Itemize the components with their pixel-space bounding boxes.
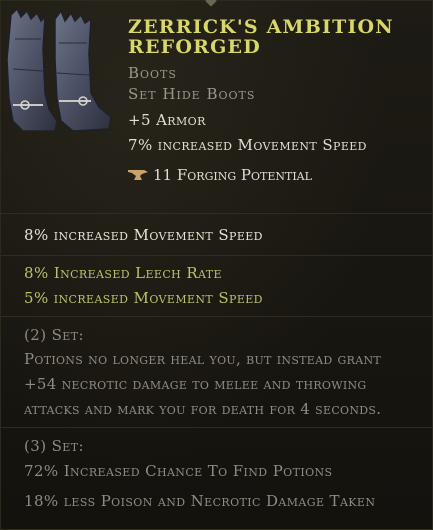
divider <box>1 316 433 317</box>
set2-line: attacks and mark you for death for 4 sec… <box>24 400 382 418</box>
set3-label: (3) Set: <box>24 437 84 455</box>
item-name: Zerrick's Ambition Reforged <box>128 17 428 57</box>
divider <box>1 213 433 214</box>
divider <box>1 427 433 428</box>
set2-line: Potions no longer heal you, but instead … <box>24 350 382 368</box>
item-type: Boots <box>128 64 177 82</box>
item-name-line2: Reforged <box>128 36 261 58</box>
affix-line: 8% increased Movement Speed <box>24 226 263 244</box>
set2-description: Potions no longer heal you, but instead … <box>24 347 424 422</box>
set3-line: 18% less Poison and Necrotic Damage Take… <box>24 492 376 510</box>
leather-boots-icon <box>6 9 112 132</box>
item-tooltip: Zerrick's Ambition Reforged Boots Set Hi… <box>0 0 433 530</box>
set-bonus-line: 8% Increased Leech Rate <box>24 264 222 282</box>
item-name-line1: Zerrick's Ambition <box>128 16 394 38</box>
forging-label: 11 Forging Potential <box>153 166 312 184</box>
set-bonus-line: 5% increased Movement Speed <box>24 289 263 307</box>
anvil-icon <box>128 170 148 180</box>
item-header: Zerrick's Ambition Reforged Boots Set Hi… <box>1 1 433 213</box>
divider <box>1 255 433 256</box>
set3-line: 72% Increased Chance To Find Potions <box>24 462 333 480</box>
forging-potential: 11 Forging Potential <box>128 166 312 184</box>
set2-label: (2) Set: <box>24 326 84 344</box>
set2-line: +54 necrotic damage to melee and throwin… <box>24 375 367 393</box>
implicit-armor: +5 Armor <box>128 111 206 129</box>
item-subtype: Set Hide Boots <box>128 85 256 103</box>
implicit-movement: 7% increased Movement Speed <box>128 136 367 154</box>
